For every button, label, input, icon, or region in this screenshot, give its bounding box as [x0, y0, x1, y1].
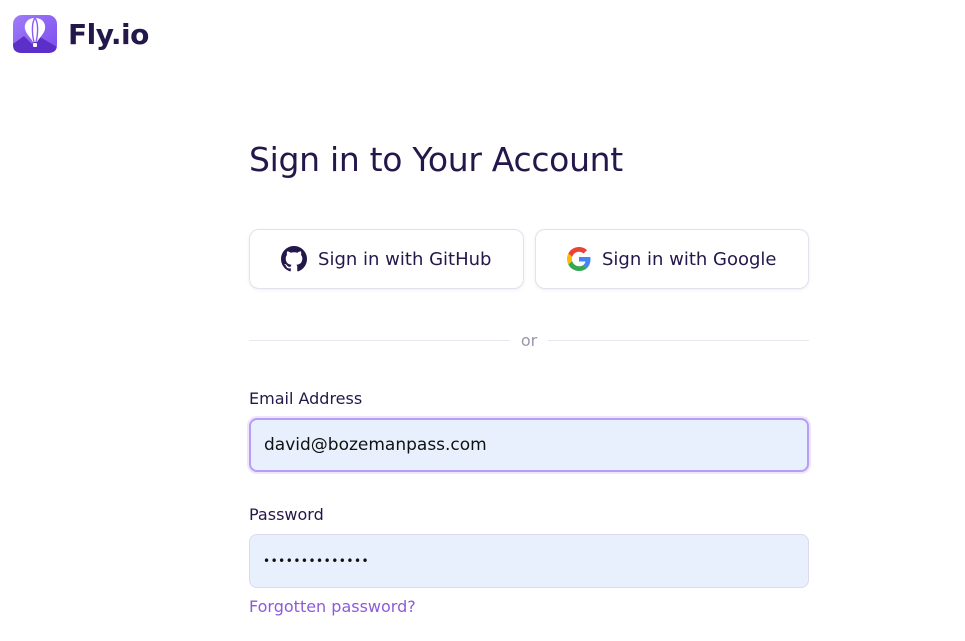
- email-label: Email Address: [249, 389, 363, 408]
- github-signin-button[interactable]: Sign in with GitHub: [249, 229, 524, 289]
- or-divider: or: [249, 331, 809, 350]
- divider-text: or: [520, 331, 538, 350]
- page-title: Sign in to Your Account: [249, 140, 623, 179]
- divider-line-right: [548, 340, 809, 341]
- github-signin-label: Sign in with GitHub: [318, 248, 492, 270]
- divider-line-left: [249, 340, 510, 341]
- google-signin-label: Sign in with Google: [602, 248, 777, 270]
- password-input[interactable]: [249, 534, 809, 588]
- github-icon: [281, 246, 308, 272]
- email-input[interactable]: [249, 418, 809, 472]
- oauth-buttons: Sign in with GitHub Sign in with Google: [249, 229, 809, 289]
- signin-page: Fly.io Sign in to Your Account Sign in w…: [0, 0, 965, 641]
- brand-name: Fly.io: [68, 17, 149, 51]
- password-label: Password: [249, 505, 324, 524]
- flyio-balloon-logo-icon: [13, 15, 57, 53]
- flyio-logo[interactable]: Fly.io: [12, 14, 149, 54]
- google-icon: [567, 247, 591, 271]
- google-signin-button[interactable]: Sign in with Google: [534, 229, 809, 289]
- forgot-password-link[interactable]: Forgotten password?: [249, 597, 416, 616]
